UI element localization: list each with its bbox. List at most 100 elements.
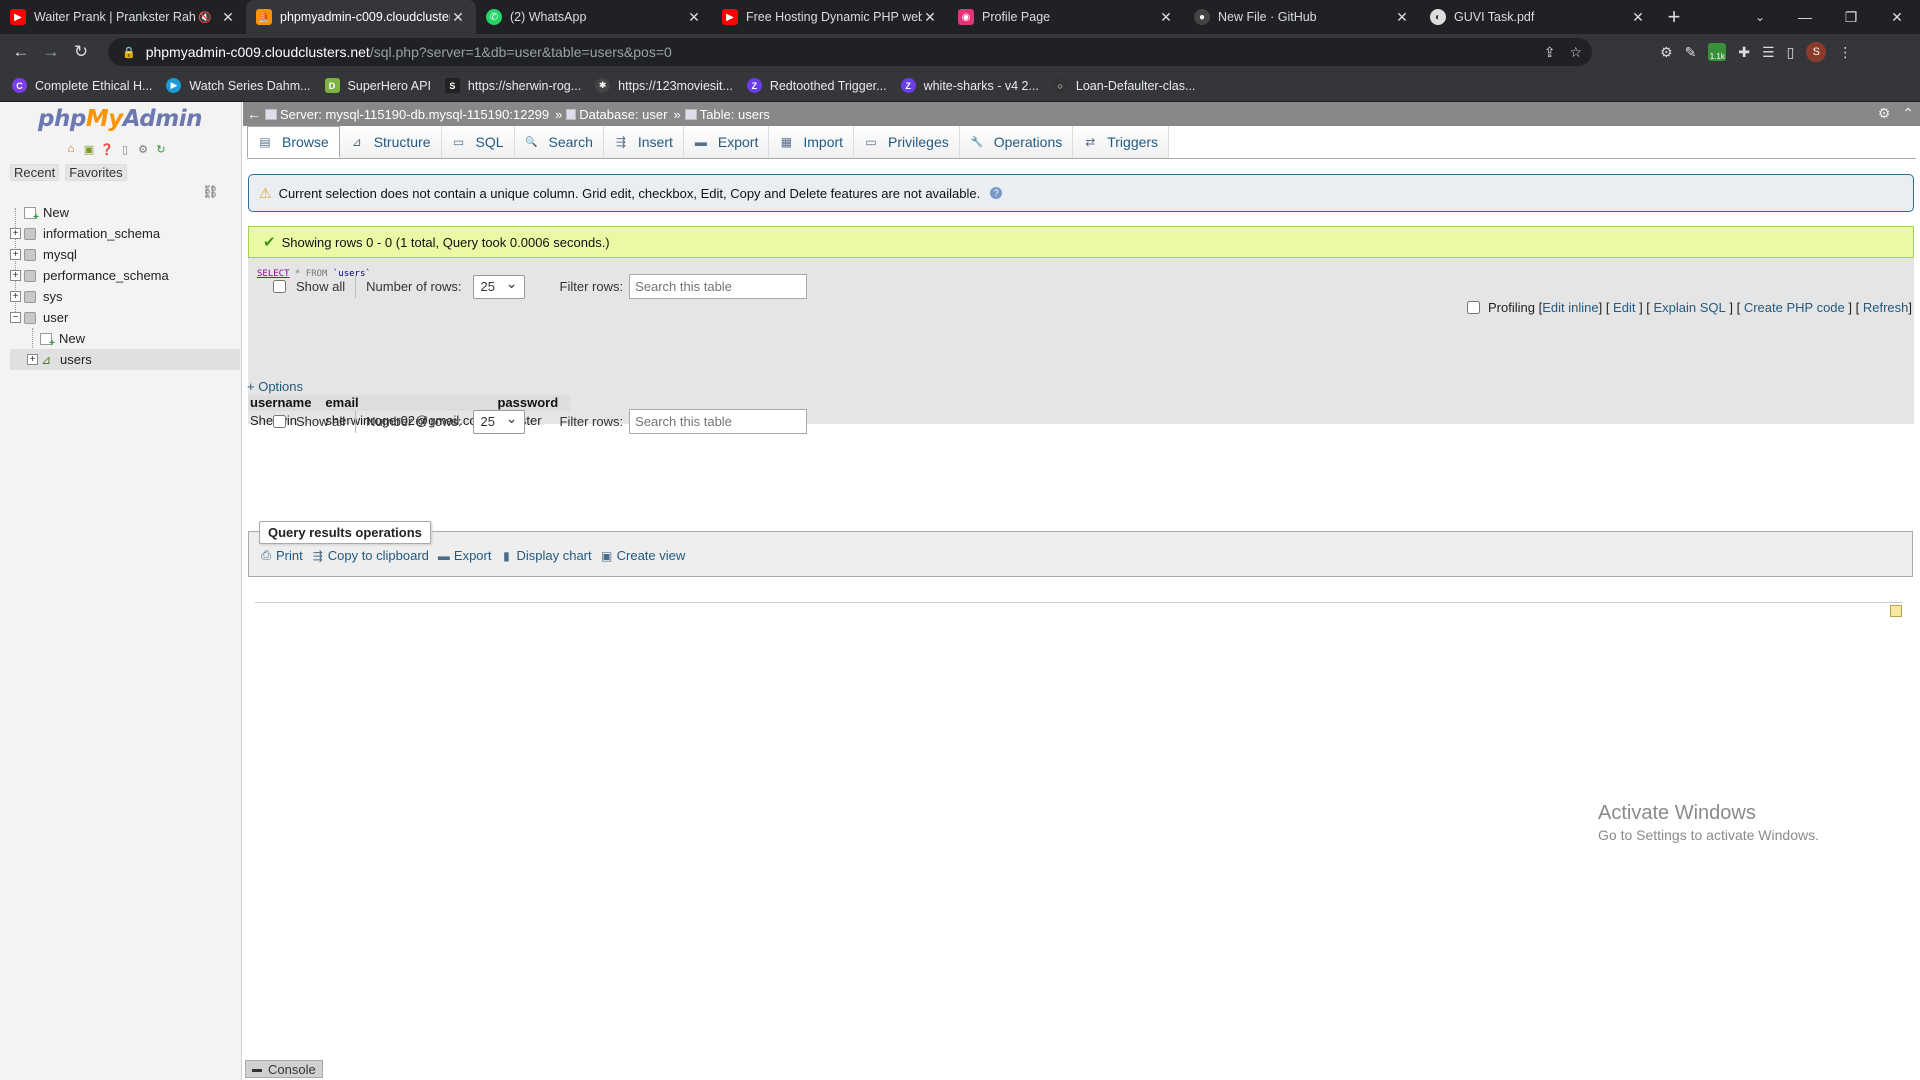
close-window-icon[interactable]: ✕ — [1874, 0, 1920, 34]
tab-export[interactable]: ▬ Export — [683, 126, 770, 158]
reload-icon[interactable]: ↻ — [66, 37, 96, 67]
lock-icon[interactable]: 🔒 — [122, 46, 136, 59]
close-icon[interactable]: ✕ — [1158, 9, 1174, 26]
browser-tab[interactable]: ▶ Waiter Prank | Prankster Rah 🔇 ✕ — [0, 0, 246, 34]
reload-nav-icon[interactable]: ↻ — [154, 142, 168, 156]
bookmark-item[interactable]: ✱ https://123moviesit... — [595, 78, 733, 93]
extension-gear-icon[interactable]: ⚙ — [1660, 44, 1673, 61]
docs-icon[interactable]: ▯ — [118, 142, 132, 156]
close-icon[interactable]: ✕ — [220, 9, 236, 26]
create-php-code-link[interactable]: Create PHP code — [1744, 300, 1845, 315]
browser-tab[interactable]: ✆ (2) WhatsApp ✕ — [476, 0, 712, 34]
profile-avatar[interactable]: S — [1806, 42, 1827, 62]
tree-item-user[interactable]: − user — [10, 307, 240, 328]
link-with-main-icon[interactable]: ⛓ — [202, 184, 219, 200]
logout-icon[interactable]: ▣ — [82, 142, 96, 156]
settings-gear-icon[interactable]: ⚙ — [136, 142, 150, 156]
tab-browse[interactable]: ▤ Browse — [247, 126, 340, 158]
back-arrow-icon[interactable]: ← — [6, 37, 36, 67]
breadcrumb-table[interactable]: Table: users — [684, 107, 770, 122]
create-view-link[interactable]: ▣ Create view — [600, 548, 685, 563]
recent-tab[interactable]: Recent — [10, 164, 60, 181]
favorites-tab[interactable]: Favorites — [65, 164, 127, 181]
number-of-rows-select[interactable]: 25 — [472, 409, 525, 434]
expand-plus-icon[interactable]: + — [27, 354, 38, 365]
tree-item-users[interactable]: + ⊿ users — [10, 349, 240, 370]
tab-import[interactable]: ▦ Import — [769, 126, 855, 158]
tab-sql[interactable]: ▭ SQL — [441, 126, 515, 158]
tree-item-information-schema[interactable]: + information_schema — [10, 223, 240, 244]
muted-speaker-icon[interactable]: 🔇 — [198, 11, 212, 24]
bookmark-item[interactable]: ○ Loan-Defaulter-clas... — [1052, 78, 1195, 93]
browser-tab[interactable]: ● New File · GitHub ✕ — [1184, 0, 1420, 34]
close-icon[interactable]: ✕ — [686, 9, 702, 26]
show-all-checkbox[interactable] — [273, 415, 286, 428]
tab-search-chevron-icon[interactable]: ⌄ — [1745, 0, 1775, 34]
browser-tab[interactable]: ◐ GUVI Task.pdf ✕ — [1420, 0, 1656, 34]
address-bar[interactable]: 🔒 phpmyadmin-c009.cloudclusters.net/sql.… — [108, 38, 1592, 66]
options-link[interactable]: + Options — [247, 379, 303, 394]
filter-rows-input[interactable] — [629, 274, 808, 299]
tab-insert[interactable]: ⇶ Insert — [603, 126, 684, 158]
tree-item-sys[interactable]: + sys — [10, 286, 240, 307]
bookmark-star-icon[interactable]: ☆ — [1569, 44, 1582, 61]
expand-plus-icon[interactable]: + — [10, 249, 21, 260]
bookmark-note-icon[interactable] — [1890, 605, 1902, 617]
table-browse-icon[interactable]: ⊿ — [41, 354, 53, 366]
print-link[interactable]: ⎙ Print — [259, 548, 303, 563]
show-all-checkbox[interactable] — [273, 280, 286, 293]
breadcrumb-database[interactable]: Database: user — [566, 107, 667, 122]
copy-to-clipboard-link[interactable]: ⇶ Copy to clipboard — [311, 548, 429, 563]
restore-icon[interactable]: ❐ — [1828, 0, 1874, 34]
close-icon[interactable]: ✕ — [922, 9, 938, 26]
display-chart-link[interactable]: ▮ Display chart — [499, 548, 591, 563]
new-tab-button[interactable]: + — [1656, 0, 1692, 34]
browser-tab[interactable]: ◉ Profile Page ✕ — [948, 0, 1184, 34]
bookmark-item[interactable]: Shttps://sherwin-rog... — [444, 78, 581, 93]
page-settings-gear-icon[interactable]: ⚙ — [1878, 105, 1891, 122]
breadcrumb-server[interactable]: Server: mysql-115190-db.mysql-115190:122… — [265, 107, 549, 122]
home-icon[interactable]: ⌂ — [64, 142, 78, 156]
tab-structure[interactable]: ⊿ Structure — [339, 126, 442, 158]
extension-badge-icon[interactable]: 1.1k — [1708, 43, 1727, 61]
tab-triggers[interactable]: ⇄ Triggers — [1073, 126, 1170, 158]
tab-operations[interactable]: 🔧 Operations — [959, 126, 1074, 158]
minimize-icon[interactable]: — — [1782, 0, 1828, 34]
refresh-link[interactable]: Refresh — [1863, 300, 1909, 315]
bookmark-item[interactable]: Z Redtoothed Trigger... — [746, 78, 887, 93]
number-of-rows-select[interactable]: 25 — [472, 274, 525, 299]
share-icon[interactable]: ⇪ — [1544, 44, 1556, 61]
kebab-menu-icon[interactable]: ⋮ — [1838, 44, 1852, 61]
tab-privileges[interactable]: ▭ Privileges — [854, 126, 960, 158]
forward-arrow-icon[interactable]: → — [36, 37, 66, 67]
tree-item-new-table[interactable]: New — [10, 328, 240, 349]
browser-tab[interactable]: ▶ Free Hosting Dynamic PHP webs ✕ — [712, 0, 948, 34]
help-icon[interactable]: ❓ — [100, 142, 114, 156]
tree-item-performance-schema[interactable]: + performance_schema — [10, 265, 240, 286]
edit-link[interactable]: Edit — [1613, 300, 1635, 315]
puzzle-icon[interactable]: ✚ — [1738, 44, 1750, 61]
sidepanel-icon[interactable]: ▯ — [1787, 44, 1795, 61]
profiling-checkbox[interactable] — [1467, 301, 1481, 314]
bookmark-item[interactable]: Zwhite-sharks - v4 2... — [900, 78, 1039, 93]
tab-search[interactable]: 🔍 Search — [514, 126, 604, 158]
filter-rows-input[interactable] — [629, 409, 808, 434]
edit-inline-link[interactable]: Edit inline — [1542, 300, 1598, 315]
collapse-minus-icon[interactable]: − — [10, 312, 21, 323]
phpmyadmin-logo[interactable]: phpMyAdmin — [38, 106, 202, 132]
help-icon[interactable]: ? — [990, 187, 1003, 199]
bookmark-item[interactable]: C Complete Ethical H... — [12, 78, 152, 93]
bookmark-item[interactable]: D SuperHero API — [324, 78, 431, 93]
explain-sql-link[interactable]: Explain SQL — [1654, 300, 1726, 315]
export-link[interactable]: ▬ Export — [437, 548, 492, 563]
console-toggle[interactable]: ▬ Console — [245, 1060, 323, 1078]
close-icon[interactable]: ✕ — [1630, 9, 1646, 26]
extension-pen-icon[interactable]: ✎ — [1685, 44, 1697, 61]
tree-item-mysql[interactable]: + mysql — [10, 244, 240, 265]
close-icon[interactable]: ✕ — [450, 9, 466, 26]
expand-plus-icon[interactable]: + — [10, 228, 21, 239]
expand-plus-icon[interactable]: + — [10, 270, 21, 281]
collapse-top-icon[interactable]: ⌃ — [1902, 105, 1914, 122]
media-list-icon[interactable]: ☰ — [1762, 44, 1775, 61]
expand-plus-icon[interactable]: + — [10, 291, 21, 302]
